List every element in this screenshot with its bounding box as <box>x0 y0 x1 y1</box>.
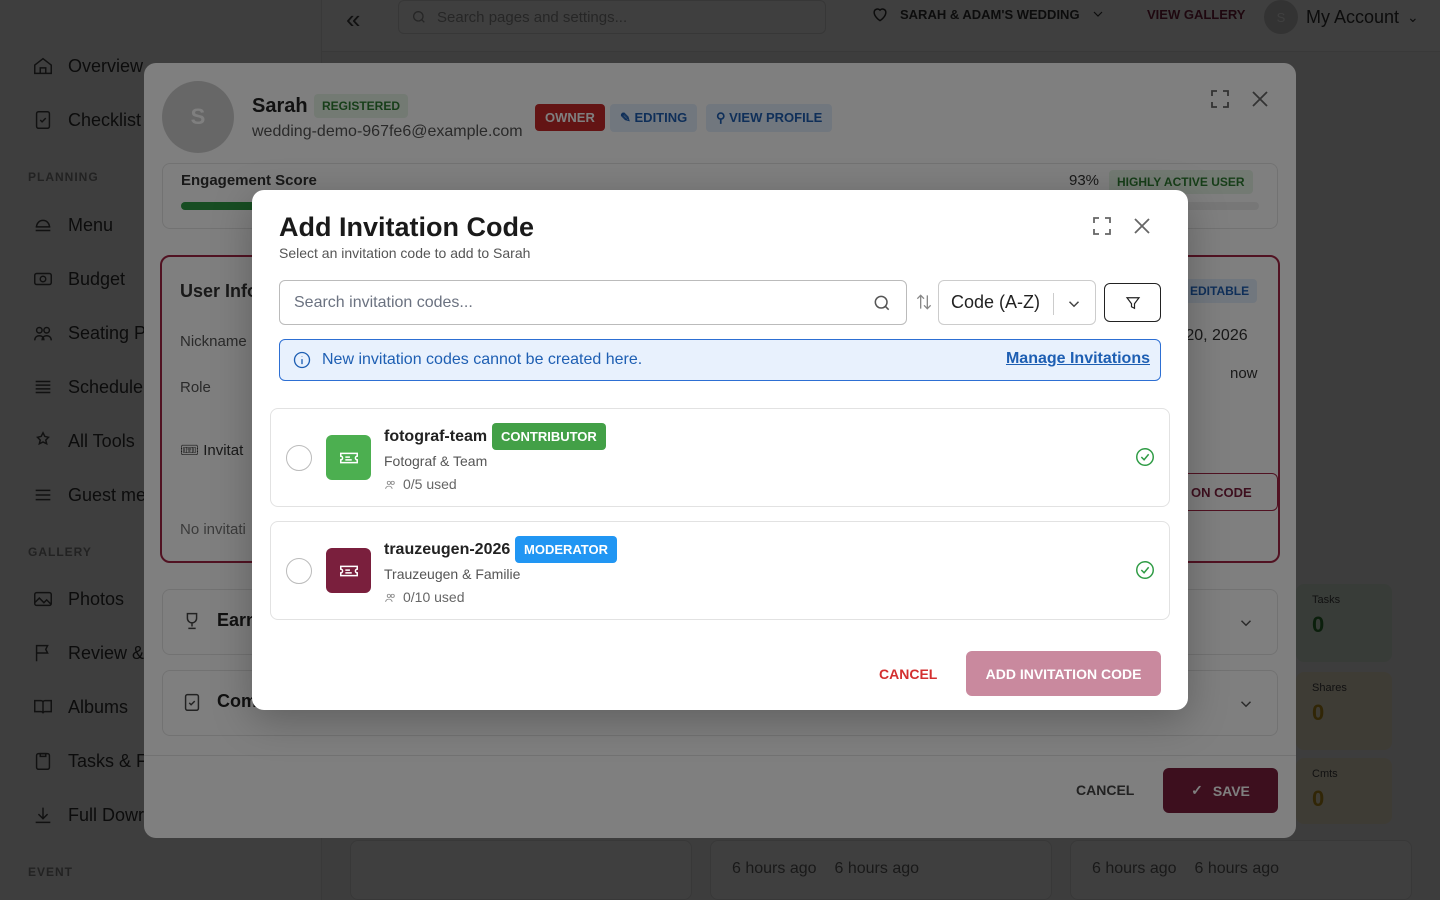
sort-value: Code (A-Z) <box>951 292 1041 312</box>
sort-select[interactable]: Code (A-Z) <box>938 280 1096 325</box>
role-badge: CONTRIBUTOR <box>492 423 606 450</box>
dialog-title: Add Invitation Code <box>279 212 534 242</box>
expand-icon[interactable] <box>1090 214 1114 238</box>
ticket-icon <box>326 548 371 593</box>
role-badge: MODERATOR <box>515 536 618 563</box>
code-search-field <box>279 280 907 325</box>
code-description: Trauzeugen & Familie <box>384 566 521 582</box>
sort-direction-icon[interactable] <box>914 292 934 312</box>
manage-invitations-link[interactable]: Manage Invitations <box>1006 350 1150 368</box>
invitation-code-option[interactable]: trauzeugen-2026 MODERATOR Trauzeugen & F… <box>270 521 1170 620</box>
add-invitation-code-dialog: Add Invitation Code Select an invitation… <box>252 190 1188 710</box>
code-name: trauzeugen-2026 <box>384 541 511 558</box>
add-invitation-code-button[interactable]: ADD INVITATION CODE <box>966 651 1161 696</box>
filter-icon <box>1125 296 1140 309</box>
ticket-icon <box>326 435 371 480</box>
search-icon[interactable] <box>872 293 892 313</box>
code-usage: 0/10 used <box>384 589 465 605</box>
info-text: New invitation codes cannot be created h… <box>322 351 643 368</box>
select-radio[interactable] <box>286 445 312 471</box>
cancel-button[interactable]: CANCEL <box>879 666 937 682</box>
info-icon <box>293 351 311 369</box>
code-name: fotograf-team <box>384 428 488 445</box>
code-description: Fotograf & Team <box>384 453 488 469</box>
code-usage: 0/5 used <box>384 476 457 492</box>
filter-button[interactable] <box>1104 283 1161 322</box>
info-banner: New invitation codes cannot be created h… <box>279 339 1161 381</box>
usage-text: 0/5 used <box>403 476 457 492</box>
usage-text: 0/10 used <box>403 589 465 605</box>
check-circle-icon <box>1134 446 1156 468</box>
check-circle-icon <box>1134 559 1156 581</box>
close-icon[interactable] <box>1130 214 1154 238</box>
chevron-down-icon <box>1068 301 1080 308</box>
select-radio[interactable] <box>286 558 312 584</box>
users-icon <box>385 480 395 489</box>
users-icon <box>385 593 395 602</box>
invitation-code-option[interactable]: fotograf-team CONTRIBUTOR Fotograf & Tea… <box>270 408 1170 507</box>
select-divider <box>1053 293 1054 315</box>
dialog-subtitle: Select an invitation code to add to Sara… <box>279 245 531 261</box>
code-search-input[interactable] <box>294 293 872 312</box>
